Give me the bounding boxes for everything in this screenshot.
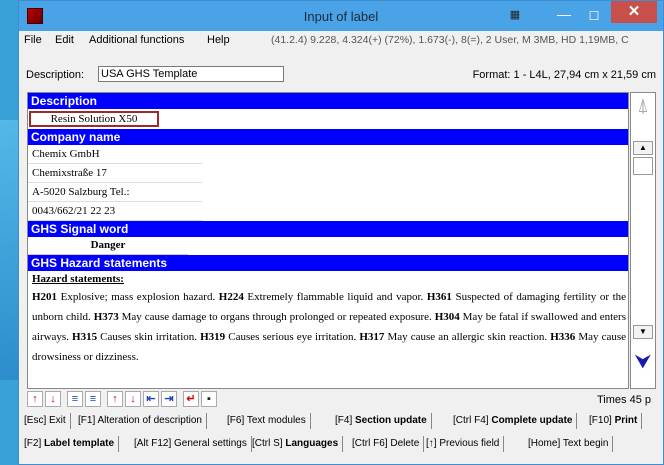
company-line[interactable]: A-5020 Salzburg Tel.: (28, 183, 202, 202)
indent-in-icon[interactable]: ⇤ (143, 391, 159, 407)
hazard-code: H336 (550, 331, 576, 343)
fkey-label: Previous field (439, 438, 500, 449)
hazard-text: Causes skin irritation. (97, 331, 201, 343)
fkey-languages[interactable]: [Ctrl S] Languages (248, 436, 344, 452)
section-header-description: Description (28, 93, 628, 109)
align-up-icon[interactable]: ≡ (67, 391, 83, 407)
fkey-general-settings[interactable]: [Alt F12] General settings (130, 436, 252, 452)
hazard-code: H315 (72, 331, 98, 343)
hazard-text: Explosive; mass explosion hazard. (57, 291, 219, 303)
function-keys-row2: [F2] Label template [Alt F12] General set… (20, 436, 664, 453)
hazard-code: H304 (434, 311, 460, 323)
hazard-text: Extremely flammable liquid and vapor. (243, 291, 427, 303)
fkey-key: [Ctrl F6] (352, 438, 391, 449)
fkey-print[interactable]: [F10] Print (585, 413, 643, 429)
company-line[interactable]: Chemixstraße 17 (28, 164, 202, 183)
hazard-statements-text[interactable]: H201 Explosive; mass explosion hazard. H… (28, 287, 628, 367)
menu-edit[interactable]: Edit (55, 34, 74, 46)
fkey-label: Exit (49, 415, 66, 426)
fkey-label: General settings (174, 438, 247, 449)
description-input[interactable] (98, 66, 284, 82)
hazard-code: H319 (200, 331, 226, 343)
fkey-label: Complete update (491, 415, 573, 426)
fkey-key: [Esc] (24, 415, 50, 426)
fkey-label: Print (614, 415, 638, 426)
scroll-down-button[interactable]: ▼ (633, 325, 653, 339)
description-row: Description: Format: 1 - L4L, 27,94 cm x… (24, 64, 658, 86)
triangle-icon: ⍋ (637, 95, 649, 117)
fkey-label: Text modules (246, 415, 306, 426)
fkey-label-template[interactable]: [F2] Label template (20, 436, 120, 452)
fkey-text-begin[interactable]: [Home] Text begin (524, 436, 614, 452)
fkey-exit[interactable]: [Esc] Exit (20, 413, 71, 429)
scroll-thumb[interactable] (633, 157, 653, 175)
menu-help[interactable]: Help (207, 34, 230, 46)
fkey-label: Alteration of description (97, 415, 202, 426)
description-label: Description: (26, 69, 85, 81)
fkey-key: [Ctrl F4] (453, 415, 492, 426)
fkey-key: [↑] (426, 438, 440, 449)
hazard-text: Causes serious eye irritation. (225, 331, 360, 343)
section-header-hazard: GHS Hazard statements (28, 255, 628, 271)
fkey-key: [Ctrl S] (252, 438, 286, 449)
hazard-code: H317 (359, 331, 385, 343)
fkey-key: [F1] (78, 415, 98, 426)
font-info: Times 45 p (596, 394, 651, 406)
fkey-key: [F10] (589, 415, 615, 426)
title-bar: Input of label ▦ — ☐ ✕ (19, 1, 663, 31)
align-down-icon[interactable]: ≡ (85, 391, 101, 407)
fkey-label: Section update (355, 415, 427, 426)
arrow-up-icon[interactable]: ↑ (107, 391, 123, 407)
move-down-icon[interactable]: ↓ (45, 391, 61, 407)
company-line[interactable]: 0043/662/21 22 23 (28, 202, 202, 221)
save-icon[interactable]: ▪ (201, 391, 217, 407)
hazard-code: H361 (426, 291, 452, 303)
hazard-subheader: Hazard statements: (32, 273, 124, 285)
maximize-button[interactable]: ☐ (581, 7, 607, 25)
fkey-key: [Alt F12] (134, 438, 175, 449)
close-button[interactable]: ✕ (611, 1, 657, 23)
menu-file[interactable]: File (24, 34, 42, 46)
fkey-previous-field[interactable]: [↑] Previous field (422, 436, 505, 452)
section-header-signal: GHS Signal word (28, 221, 628, 237)
company-line[interactable]: Chemix GmbH (28, 145, 202, 164)
arrow-down-icon[interactable]: ↓ (125, 391, 141, 407)
hazard-text: May cause damage to organs through prolo… (118, 311, 435, 323)
fkey-key: [F2] (24, 438, 45, 449)
label-document[interactable]: Description Resin Solution X50 Company n… (27, 92, 629, 389)
status-readout: (41.2.4) 9.228, 4.324(+) (72%), 1.673(-)… (271, 34, 629, 46)
vertical-scrollbar[interactable]: ⍋ ▲ ▼ ⮟ (630, 92, 656, 389)
format-info: Format: 1 - L4L, 27,94 cm x 21,59 cm (472, 69, 656, 81)
fkey-alteration-of-description[interactable]: [F1] Alteration of description (74, 413, 207, 429)
return-icon[interactable]: ↵ (183, 391, 199, 407)
fkey-label: Delete (390, 438, 420, 449)
format-toolbar: ↑ ↓ ≡ ≡ ↑ ↓ ⇤ ⇥ ↵ ▪ Times 45 p (27, 390, 655, 410)
indent-out-icon[interactable]: ⇥ (161, 391, 177, 407)
fkey-section-update[interactable]: [F4] Section update (331, 413, 432, 429)
keyboard-icon[interactable]: ▦ (508, 9, 522, 21)
fkey-key: [F6] (227, 415, 247, 426)
fkey-key: [F4] (335, 415, 356, 426)
hazard-text: May cause an allergic skin reaction. (384, 331, 551, 343)
hazard-code: H224 (218, 291, 244, 303)
function-keys-row1: [Esc] Exit [F1] Alteration of description… (20, 413, 664, 430)
menu-additional-functions[interactable]: Additional functions (89, 34, 184, 46)
description-value-field[interactable]: Resin Solution X50 (29, 111, 159, 127)
hazard-code: H201 (32, 291, 58, 303)
fkey-delete[interactable]: [Ctrl F6] Delete (348, 436, 425, 452)
fkey-complete-update[interactable]: [Ctrl F4] Complete update (449, 413, 578, 429)
fkey-text-modules[interactable]: [F6] Text modules (223, 413, 311, 429)
minimize-button[interactable]: — (551, 7, 577, 25)
fkey-label: Languages (285, 438, 339, 449)
next-page-icon[interactable]: ⮟ (632, 351, 654, 375)
fkey-label: Label template (44, 438, 115, 449)
signal-word[interactable]: Danger (28, 237, 188, 255)
move-up-icon[interactable]: ↑ (27, 391, 43, 407)
menu-bar: File Edit Additional functions Help (41.… (19, 31, 663, 49)
section-header-company: Company name (28, 129, 628, 145)
hazard-code: H373 (93, 311, 119, 323)
fkey-key: [Home] (528, 438, 563, 449)
scroll-up-button[interactable]: ▲ (633, 141, 653, 155)
fkey-label: Text begin (562, 438, 609, 449)
